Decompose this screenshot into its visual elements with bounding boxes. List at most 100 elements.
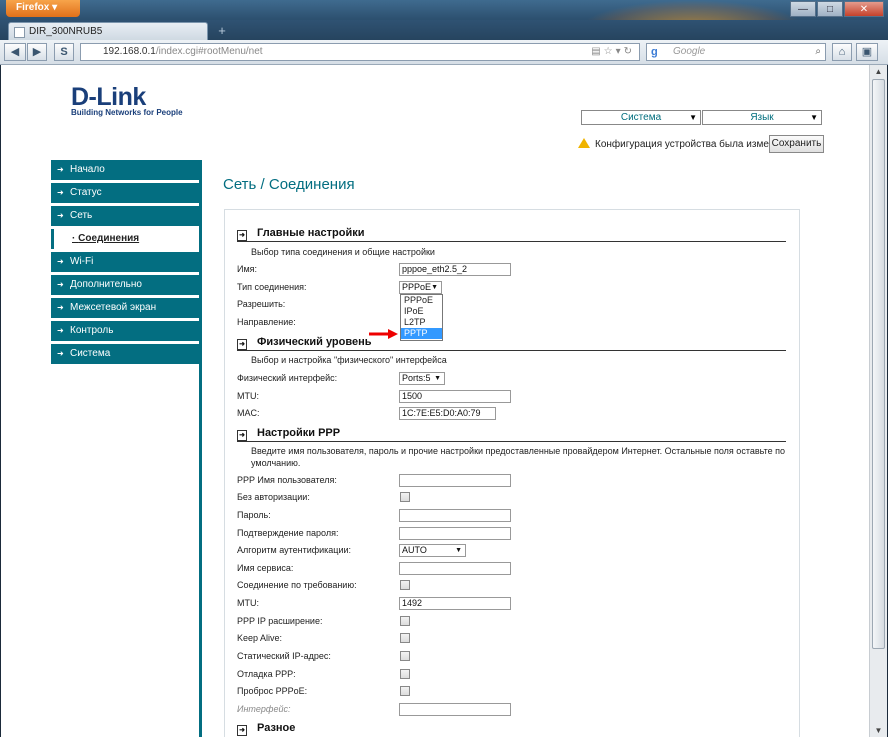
minimize-button[interactable]: —	[790, 1, 816, 17]
tab-title: DIR_300NRUB5	[29, 26, 103, 37]
auth-algorithm-label: Алгоритм аутентификации:	[237, 545, 352, 555]
connection-type-options: PPPoE IPoE L2TP PPTP	[400, 294, 443, 341]
keep-alive-checkbox[interactable]	[400, 633, 410, 643]
sidebar-item-start[interactable]: Начало	[51, 160, 201, 180]
search-placeholder: Google	[673, 46, 706, 57]
back-button[interactable]: ◀	[4, 43, 26, 61]
physical-description: Выбор и настройка "физического" интерфей…	[251, 355, 447, 365]
section-title: Физический уровень	[257, 336, 372, 348]
direction-label: Направление:	[237, 317, 296, 327]
sidebar-item-network[interactable]: Сеть	[51, 206, 201, 226]
main-settings-description: Выбор типа соединения и общие настройки	[251, 247, 435, 257]
new-tab-button[interactable]: +	[212, 23, 232, 39]
sidebar-item-status[interactable]: Статус	[51, 183, 201, 203]
scroll-up-icon[interactable]: ▲	[870, 65, 887, 78]
password-confirm-input[interactable]	[399, 527, 511, 540]
google-icon[interactable]: g	[651, 46, 665, 58]
password-input[interactable]	[399, 509, 511, 522]
firefox-menu-button[interactable]: Firefox ▾	[6, 0, 80, 17]
sidebar-item-control[interactable]: Контроль	[51, 321, 201, 341]
sidebar-item-system[interactable]: Система	[51, 344, 201, 364]
chevron-down-icon: ▼	[434, 375, 441, 382]
sidebar-item-firewall[interactable]: Межсетевой экран	[51, 298, 201, 318]
url-host: 192.168.0.1	[103, 46, 156, 57]
red-arrow-icon	[369, 329, 398, 339]
static-ip-checkbox[interactable]	[400, 651, 410, 661]
section-title: Настройки PPP	[257, 427, 341, 439]
ppp-debug-label: Отладка PPP:	[237, 669, 296, 679]
option-l2tp[interactable]: L2TP	[401, 317, 442, 328]
arrow-icon: ➜	[237, 725, 247, 736]
sidebar-divider	[199, 160, 202, 737]
connection-type-select[interactable]: PPPoE ▼	[399, 281, 442, 294]
maximize-button[interactable]: □	[817, 1, 843, 17]
sidebar-item-wifi[interactable]: Wi-Fi	[51, 252, 201, 272]
physical-interface-select[interactable]: Ports:5 ▼	[399, 372, 445, 385]
browser-tab[interactable]: DIR_300NRUB5	[8, 22, 208, 40]
interface-input[interactable]	[399, 703, 511, 716]
ppp-ip-extension-label: PPP IP расширение:	[237, 616, 323, 626]
mac-input[interactable]: 1C:7E:E5:D0:A0:79	[399, 407, 496, 420]
system-dropdown-label: Система	[620, 112, 662, 123]
language-dropdown[interactable]: Язык ▼	[702, 110, 822, 125]
physical-interface-value: Ports:5	[402, 373, 431, 383]
noauth-checkbox[interactable]	[400, 492, 410, 502]
enable-label: Разрешить:	[237, 299, 286, 309]
option-ipoe[interactable]: IPoE	[401, 306, 442, 317]
home-icon[interactable]: ⌂	[832, 43, 852, 61]
scrollbar-thumb[interactable]	[872, 79, 885, 649]
vertical-scrollbar[interactable]: ▲ ▼	[869, 65, 887, 737]
auth-algorithm-value: AUTO	[402, 545, 427, 555]
service-name-label: Имя сервиса:	[237, 563, 294, 573]
pppoe-passthrough-checkbox[interactable]	[400, 686, 410, 696]
ppp-mtu-input[interactable]: 1492	[399, 597, 511, 610]
search-icon[interactable]: ⌕	[815, 44, 821, 60]
mac-label: MAC:	[237, 408, 260, 418]
logo-text: D-Link	[71, 83, 146, 111]
ppp-username-label: PPP Имя пользователя:	[237, 475, 337, 485]
option-pppoe[interactable]: PPPoE	[401, 295, 442, 306]
chevron-down-icon: ▼	[431, 284, 438, 291]
password-confirm-label: Подтверждение пароля:	[237, 528, 339, 538]
static-ip-label: Статический IP-адрес:	[237, 651, 331, 661]
ppp-description: Введите имя пользователя, пароль и прочи…	[251, 445, 785, 469]
scroll-down-icon[interactable]: ▼	[870, 724, 887, 737]
window-controls: — □ ✕	[790, 1, 884, 17]
arrow-icon: ➜	[237, 430, 247, 441]
navigation-toolbar: ◀ ▶ S 192.168.0.1/index.cgi#rootMenu/net…	[0, 40, 888, 65]
sidebar-item-advanced[interactable]: Дополнительно	[51, 275, 201, 295]
ppp-ip-extension-checkbox[interactable]	[400, 616, 410, 626]
search-input[interactable]: g Google ⌕	[646, 43, 826, 61]
ppp-description-line: Введите имя пользователя, пароль и прочи…	[251, 446, 786, 456]
ppp-username-input[interactable]	[399, 474, 511, 487]
option-pptp[interactable]: PPTP	[401, 328, 442, 339]
chevron-down-icon: ▼	[689, 113, 697, 122]
menu-icon[interactable]: ▣	[856, 43, 878, 61]
arrow-icon: ➜	[237, 339, 247, 350]
connection-type-value: PPPoE	[402, 282, 432, 292]
physical-heading: ➜ Физический уровень	[237, 336, 372, 350]
s-icon[interactable]: S	[54, 43, 74, 61]
mtu-input[interactable]: 1500	[399, 390, 511, 403]
sidebar-item-connections[interactable]: · Соединения	[51, 229, 201, 249]
auth-algorithm-select[interactable]: AUTO ▼	[399, 544, 466, 557]
service-name-input[interactable]	[399, 562, 511, 575]
save-button[interactable]: Сохранить	[769, 135, 824, 153]
divider	[237, 241, 786, 242]
rss-star-icons[interactable]: ▤☆▾↻	[591, 44, 635, 60]
arrow-icon: ➜	[237, 230, 247, 241]
on-demand-label: Соединение по требованию:	[237, 580, 357, 590]
page-title: Сеть / Соединения	[223, 176, 355, 193]
ppp-debug-checkbox[interactable]	[400, 669, 410, 679]
forward-button[interactable]: ▶	[27, 43, 47, 61]
url-bar[interactable]: 192.168.0.1/index.cgi#rootMenu/net ▤☆▾↻	[80, 43, 640, 61]
page-icon	[14, 27, 25, 38]
system-dropdown[interactable]: Система ▼	[581, 110, 701, 125]
name-input[interactable]: pppoe_eth2.5_2	[399, 263, 511, 276]
misc-heading: ➜ Разное	[237, 722, 295, 736]
ppp-mtu-label: MTU:	[237, 598, 259, 608]
on-demand-checkbox[interactable]	[400, 580, 410, 590]
close-button[interactable]: ✕	[844, 1, 884, 17]
interface-label: Интерфейс:	[237, 704, 291, 714]
noauth-label: Без авторизации:	[237, 492, 310, 502]
